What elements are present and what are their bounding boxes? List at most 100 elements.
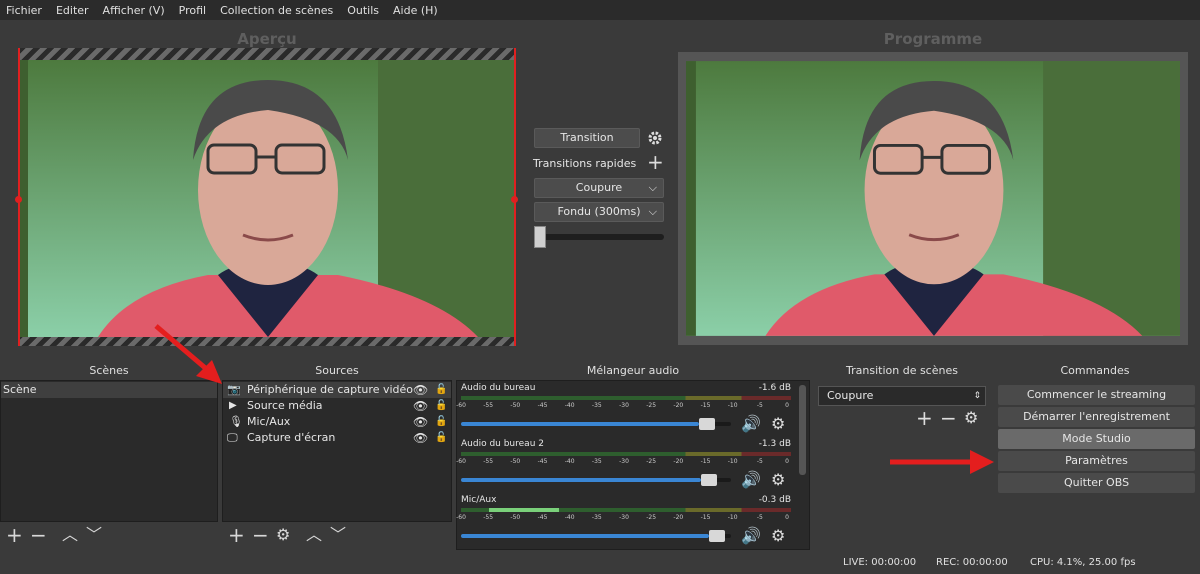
volume-fader-fill bbox=[461, 422, 699, 426]
program-canvas bbox=[686, 60, 1180, 337]
move-up-icon[interactable]: ︿ bbox=[62, 525, 78, 545]
meter-scale-tick: -55 bbox=[483, 402, 494, 409]
channel-gear-icon[interactable]: ⚙ bbox=[771, 526, 785, 545]
move-down-icon[interactable]: ﹀ bbox=[86, 525, 102, 545]
meter-scale-tick: -50 bbox=[510, 458, 521, 465]
meter-scale: -60 -55 -50 -45 -40 -35 -30 -25 -20 -15 -10 -5 0 bbox=[456, 402, 791, 412]
volume-fader-handle[interactable] bbox=[701, 474, 717, 486]
menu-help[interactable]: Aide (H) bbox=[393, 4, 438, 17]
add-transition-icon[interactable]: + bbox=[916, 406, 933, 430]
mixer-channel-db: -1.3 dB bbox=[758, 439, 791, 449]
scenes-list: Scène bbox=[0, 380, 218, 522]
meter-scale-tick: -60 bbox=[456, 402, 466, 409]
channel-gear-icon[interactable]: ⚙ bbox=[771, 470, 785, 489]
volume-fader-track[interactable] bbox=[461, 474, 731, 486]
sources-panel-title: Sources bbox=[222, 362, 452, 380]
transition-gear-icon[interactable] bbox=[647, 130, 663, 146]
status-live: LIVE: 00:00:00 bbox=[843, 557, 917, 568]
scene-transition-select-value: Coupure bbox=[827, 389, 874, 402]
mixer-scrollbar[interactable] bbox=[799, 385, 806, 475]
eye-icon[interactable]: 👁 bbox=[413, 398, 428, 414]
menu-scene-collection[interactable]: Collection de scènes bbox=[220, 4, 333, 17]
meter-scale-tick: -60 bbox=[456, 514, 466, 521]
mixer-channel-db: -1.6 dB bbox=[758, 383, 791, 393]
play-icon: ▶ bbox=[229, 400, 237, 411]
transition-slider-handle[interactable] bbox=[534, 226, 546, 248]
start-streaming-button[interactable]: Commencer le streaming bbox=[998, 385, 1195, 405]
move-down-icon[interactable]: ﹀ bbox=[330, 525, 346, 545]
transition-properties-gear-icon[interactable]: ⚙ bbox=[964, 408, 978, 427]
lock-icon[interactable]: 🔓 bbox=[435, 414, 447, 430]
commands-panel-title: Commandes bbox=[994, 362, 1196, 380]
lock-icon[interactable]: 🔓 bbox=[435, 382, 447, 398]
chevron-down-icon: ⌵ bbox=[648, 181, 657, 194]
meter-scale-tick: -20 bbox=[673, 514, 684, 521]
add-source-icon[interactable]: + bbox=[228, 525, 245, 545]
speaker-icon[interactable]: 🔊 bbox=[741, 526, 761, 545]
resize-handle-right[interactable] bbox=[511, 196, 518, 203]
meter-scale-tick: -5 bbox=[756, 402, 763, 409]
monitor-icon: 🖵 bbox=[227, 431, 238, 444]
meter-scale-tick: -50 bbox=[510, 514, 521, 521]
source-item[interactable]: 🖵 Capture d'écran 👁 🔓 bbox=[223, 430, 451, 446]
source-properties-gear-icon[interactable]: ⚙ bbox=[276, 525, 290, 545]
scene-transition-select[interactable]: Coupure ⇕ bbox=[818, 386, 986, 406]
meter-scale-tick: -55 bbox=[483, 514, 494, 521]
speaker-icon[interactable]: 🔊 bbox=[741, 414, 761, 433]
remove-scene-icon[interactable]: − bbox=[30, 525, 47, 545]
lock-icon[interactable]: 🔓 bbox=[435, 430, 447, 446]
meter-scale-tick: -30 bbox=[619, 402, 629, 409]
menu-edit[interactable]: Editer bbox=[56, 4, 89, 17]
remove-source-icon[interactable]: − bbox=[252, 525, 269, 545]
eye-icon[interactable]: 👁 bbox=[413, 382, 428, 398]
start-recording-button[interactable]: Démarrer l'enregistrement bbox=[998, 407, 1195, 427]
resize-handle-left[interactable] bbox=[15, 196, 22, 203]
speaker-icon[interactable]: 🔊 bbox=[741, 470, 761, 489]
volume-fader-track[interactable] bbox=[461, 530, 731, 542]
meter-scale-tick: -45 bbox=[537, 458, 548, 465]
eye-icon[interactable]: 👁 bbox=[413, 430, 428, 446]
source-label: Périphérique de capture vidéo bbox=[247, 383, 413, 396]
transition-button[interactable]: Transition bbox=[534, 128, 640, 148]
lock-icon[interactable]: 🔓 bbox=[435, 398, 447, 414]
quick-transition-select-2[interactable]: Fondu (300ms) ⌵ bbox=[534, 202, 664, 222]
preview-safe-area-bottom bbox=[18, 337, 516, 346]
add-quick-transition-icon[interactable]: + bbox=[647, 150, 664, 174]
menu-file[interactable]: Fichier bbox=[6, 4, 42, 17]
meter-scale-tick: -15 bbox=[700, 458, 711, 465]
volume-fader-track[interactable] bbox=[461, 418, 731, 430]
volume-fader-handle[interactable] bbox=[709, 530, 725, 542]
annotation-arrow-settings-icon bbox=[890, 450, 994, 474]
channel-gear-icon[interactable]: ⚙ bbox=[771, 414, 785, 433]
volume-fader-handle[interactable] bbox=[699, 418, 715, 430]
remove-transition-icon[interactable]: − bbox=[940, 406, 957, 430]
add-scene-icon[interactable]: + bbox=[6, 525, 23, 545]
move-up-icon[interactable]: ︿ bbox=[306, 525, 322, 545]
preview-canvas[interactable] bbox=[18, 60, 516, 337]
meter-scale-tick: -15 bbox=[700, 514, 711, 521]
menu-tools[interactable]: Outils bbox=[347, 4, 379, 17]
meter-scale-tick: -15 bbox=[700, 402, 711, 409]
meter-scale-tick: -5 bbox=[756, 514, 763, 521]
source-item[interactable]: 📷 Périphérique de capture vidéo 👁 🔓 bbox=[223, 382, 451, 398]
source-item[interactable]: 🎙 Mic/Aux 👁 🔓 bbox=[223, 414, 451, 430]
volume-fader-fill bbox=[461, 534, 709, 538]
volume-meter bbox=[461, 396, 791, 400]
meter-scale-tick: -20 bbox=[673, 458, 684, 465]
meter-scale: -60 -55 -50 -45 -40 -35 -30 -25 -20 -15 -10 -5 0 bbox=[456, 458, 791, 468]
chevron-down-icon: ⌵ bbox=[648, 205, 657, 218]
exit-obs-button[interactable]: Quitter OBS bbox=[998, 473, 1195, 493]
sources-toolbar: + − ⚙ ︿ ﹀ bbox=[228, 524, 354, 546]
meter-scale-tick: -55 bbox=[483, 458, 494, 465]
meter-scale-tick: -20 bbox=[673, 402, 684, 409]
meter-scale-tick: -50 bbox=[510, 402, 521, 409]
menu-view[interactable]: Afficher (V) bbox=[103, 4, 165, 17]
studio-mode-button[interactable]: Mode Studio bbox=[998, 429, 1195, 449]
eye-icon[interactable]: 👁 bbox=[413, 414, 428, 430]
settings-button[interactable]: Paramètres bbox=[998, 451, 1195, 471]
source-item[interactable]: ▶ Source média 👁 🔓 bbox=[223, 398, 451, 414]
quick-transition-select-1[interactable]: Coupure ⌵ bbox=[534, 178, 664, 198]
transition-slider-track[interactable] bbox=[534, 234, 664, 240]
meter-scale-tick: -40 bbox=[564, 402, 575, 409]
menu-profile[interactable]: Profil bbox=[179, 4, 206, 17]
